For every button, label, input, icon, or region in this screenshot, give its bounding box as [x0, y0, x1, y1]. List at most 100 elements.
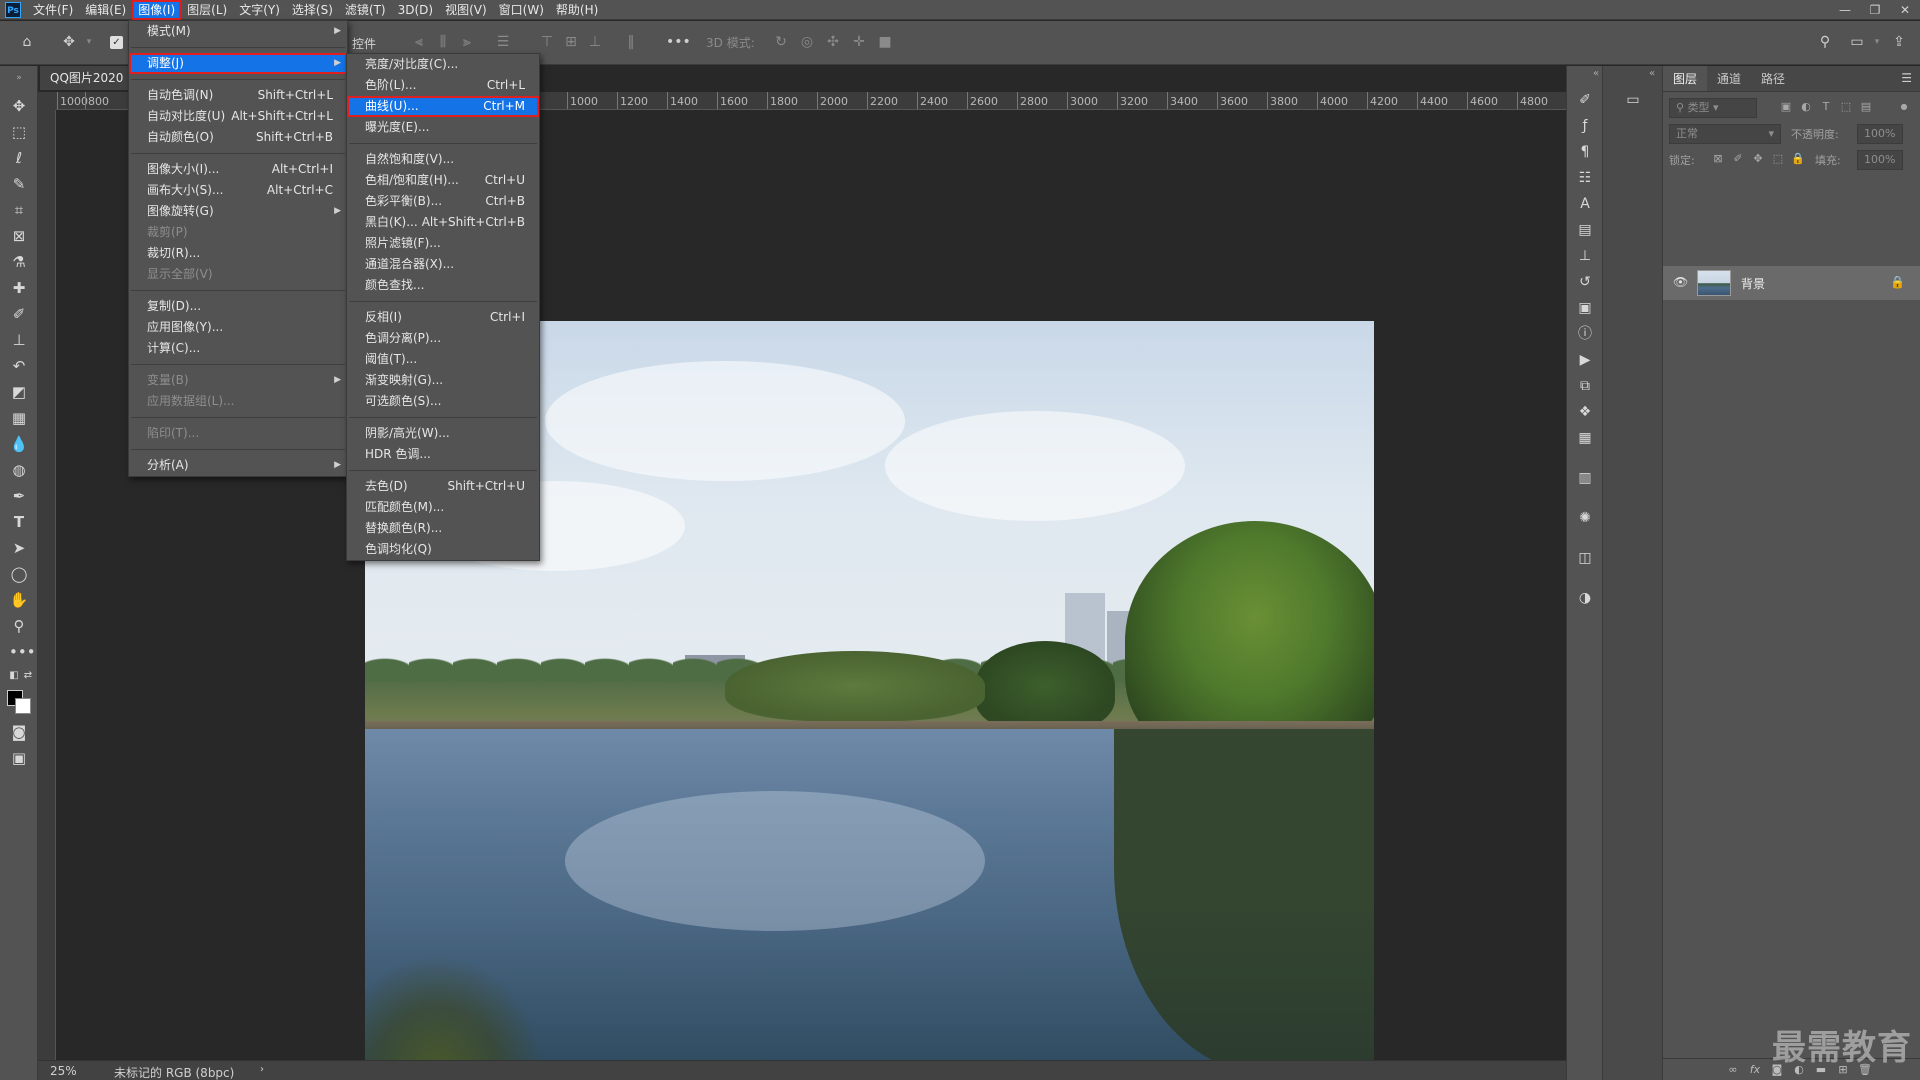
filter-toggle-icon[interactable]: ● — [1897, 100, 1911, 114]
menu-item[interactable]: 窗口(W) — [493, 0, 550, 20]
status-menu-chevron-icon[interactable]: › — [260, 1064, 264, 1075]
menu-option[interactable]: 分析(A) ▶ — [129, 455, 347, 476]
collapse-left-icon[interactable]: « — [1593, 68, 1599, 79]
menu-option[interactable]: 曲线(U)... Ctrl+M — [347, 96, 539, 117]
menu-option[interactable]: 图像大小(I)... Alt+Ctrl+I — [129, 159, 347, 180]
menu-option[interactable]: 替换颜色(R)... — [347, 518, 539, 539]
menu-option[interactable]: 可选颜色(S)... — [347, 391, 539, 412]
menu-option[interactable]: 照片滤镜(F)... — [347, 233, 539, 254]
menu-option[interactable]: 模式(M) ▶ — [129, 21, 347, 42]
layer-comps-icon[interactable]: ⧉ — [1575, 376, 1595, 396]
menu-item[interactable]: 文字(Y) — [233, 0, 286, 20]
healing-brush-tool-icon[interactable]: ✚ — [9, 278, 29, 298]
tab-layers[interactable]: 图层 — [1663, 66, 1708, 91]
ellipse-tool-icon[interactable]: ◯ — [9, 564, 29, 584]
layer-lock-icon[interactable]: 🔒 — [1890, 275, 1905, 289]
menu-item[interactable]: 帮助(H) — [550, 0, 604, 20]
menu-item[interactable]: 视图(V) — [439, 0, 493, 20]
align-top-icon[interactable]: ⊤ — [538, 33, 556, 51]
visibility-eye-icon[interactable]: 👁 — [1673, 275, 1688, 289]
pen-tool-icon[interactable]: ✒ — [9, 486, 29, 506]
edit-toolbar-icon[interactable]: ••• — [9, 642, 36, 662]
navigator-icon[interactable]: ▭ — [1623, 90, 1643, 110]
frame-tool-icon[interactable]: ⊠ — [9, 226, 29, 246]
menu-option[interactable]: 渐变映射(G)... — [347, 370, 539, 391]
ruler-origin[interactable] — [38, 92, 56, 110]
menu-option[interactable]: 裁切(R)... — [129, 243, 347, 264]
align-bottom-icon[interactable]: ⊥ — [586, 33, 604, 51]
gradient-tool-icon[interactable]: ▦ — [9, 408, 29, 428]
chevron-down-icon[interactable]: ▾ — [80, 33, 98, 51]
3d-roll-icon[interactable]: ◎ — [798, 33, 816, 51]
quick-mask-icon[interactable]: ◙ — [9, 722, 29, 742]
lock-artboard-icon[interactable]: ⬚ — [1771, 152, 1785, 166]
menu-option[interactable]: 自动颜色(O) Shift+Ctrl+B — [129, 127, 347, 148]
menu-option[interactable]: 调整(J) ▶ — [129, 53, 347, 74]
collapse-toolbar-icon[interactable]: » — [9, 68, 29, 88]
background-color-swatch[interactable] — [15, 698, 31, 714]
zoom-level[interactable]: 25% — [50, 1064, 77, 1078]
menu-option[interactable]: 色调分离(P)... — [347, 328, 539, 349]
move-tool-icon[interactable]: ✥ — [9, 96, 29, 116]
menu-item[interactable]: 选择(S) — [286, 0, 339, 20]
filter-type-icon[interactable]: T — [1819, 100, 1833, 114]
align-right-icon[interactable]: ⫸ — [458, 33, 476, 51]
hand-tool-icon[interactable]: ✋ — [9, 590, 29, 610]
blend-mode-select[interactable]: 正常 ▾ — [1669, 124, 1781, 144]
menu-option[interactable]: 自动对比度(U) Alt+Shift+Ctrl+L — [129, 106, 347, 127]
clone-stamp-tool-icon[interactable]: ⊥ — [9, 330, 29, 350]
filter-adjustment-icon[interactable]: ◐ — [1799, 100, 1813, 114]
menu-option[interactable]: 反相(I) Ctrl+I — [347, 307, 539, 328]
tool-presets-icon[interactable]: ▣ — [1575, 298, 1595, 318]
align-center-icon[interactable]: ⫼ — [434, 33, 452, 51]
lock-all-icon[interactable]: 🔒 — [1791, 152, 1805, 166]
lock-transparent-icon[interactable]: ⊠ — [1711, 152, 1725, 166]
workspace-chevron-icon[interactable]: ▾ — [1868, 33, 1886, 51]
menu-option[interactable]: 颜色查找... — [347, 275, 539, 296]
tab-channels[interactable]: 通道 — [1707, 66, 1751, 91]
actions-play-icon[interactable]: ▶ — [1575, 350, 1595, 370]
timeline-grid-icon[interactable]: ▦ — [1575, 428, 1595, 448]
3d-camera-icon[interactable]: ■ — [876, 33, 894, 51]
menu-option[interactable]: 自动色调(N) Shift+Ctrl+L — [129, 85, 347, 106]
document-tab[interactable]: QQ图片2020 — [40, 66, 130, 90]
close-button[interactable]: ✕ — [1890, 0, 1920, 20]
clone-source-icon[interactable]: ⊥ — [1575, 246, 1595, 266]
search-icon[interactable]: ⚲ — [1816, 33, 1834, 51]
libraries-icon[interactable]: ◫ — [1575, 548, 1595, 568]
tab-paths[interactable]: 路径 — [1751, 66, 1795, 91]
menu-option[interactable]: 阈值(T)... — [347, 349, 539, 370]
3d-orbit-icon[interactable]: ↻ — [772, 33, 790, 51]
history-icon[interactable]: ↺ — [1575, 272, 1595, 292]
menu-option[interactable]: 匹配颜色(M)... — [347, 497, 539, 518]
info-icon[interactable]: ⓘ — [1575, 324, 1595, 344]
layer-filter-select[interactable]: ⚲ 类型 ▾ — [1669, 98, 1757, 118]
menu-option[interactable]: HDR 色调... — [347, 444, 539, 465]
distribute-vertical-icon[interactable]: ‖ — [622, 33, 640, 51]
filter-smart-object-icon[interactable]: ▤ — [1859, 100, 1873, 114]
menu-option[interactable]: 色阶(L)... Ctrl+L — [347, 75, 539, 96]
filter-pixel-icon[interactable]: ▣ — [1779, 100, 1793, 114]
history-brush-tool-icon[interactable]: ↶ — [9, 356, 29, 376]
menu-option[interactable]: 自然饱和度(V)... — [347, 149, 539, 170]
fill-input[interactable]: 100% — [1857, 150, 1903, 170]
add-layer-style-icon[interactable]: fx — [1747, 1062, 1763, 1078]
align-middle-icon[interactable]: ⊞ — [562, 33, 580, 51]
marquee-tool-icon[interactable]: ⬚ — [9, 122, 29, 142]
notes-icon[interactable]: ▥ — [1575, 468, 1595, 488]
paragraph-icon[interactable]: ¶ — [1575, 142, 1595, 162]
auto-select-checkbox[interactable]: ✓ — [110, 36, 123, 49]
align-left-icon[interactable]: ⫷ — [410, 33, 428, 51]
menu-option[interactable]: 黑白(K)... Alt+Shift+Ctrl+B — [347, 212, 539, 233]
styles-fx-icon[interactable]: ƒ — [1575, 116, 1595, 136]
move-tool-icon[interactable]: ✥ — [60, 33, 78, 51]
eyedropper-tool-icon[interactable]: ⚗ — [9, 252, 29, 272]
filter-shape-icon[interactable]: ⬚ — [1839, 100, 1853, 114]
quick-select-tool-icon[interactable]: ✎ — [9, 174, 29, 194]
lasso-tool-icon[interactable]: ℓ — [9, 148, 29, 168]
distribute-icon[interactable]: ☰ — [494, 33, 512, 51]
brush-tool-icon[interactable]: ✐ — [9, 304, 29, 324]
link-layers-icon[interactable]: ∞ — [1725, 1062, 1741, 1078]
color-icon[interactable]: ◑ — [1575, 588, 1595, 608]
crop-tool-icon[interactable]: ⌗ — [9, 200, 29, 220]
